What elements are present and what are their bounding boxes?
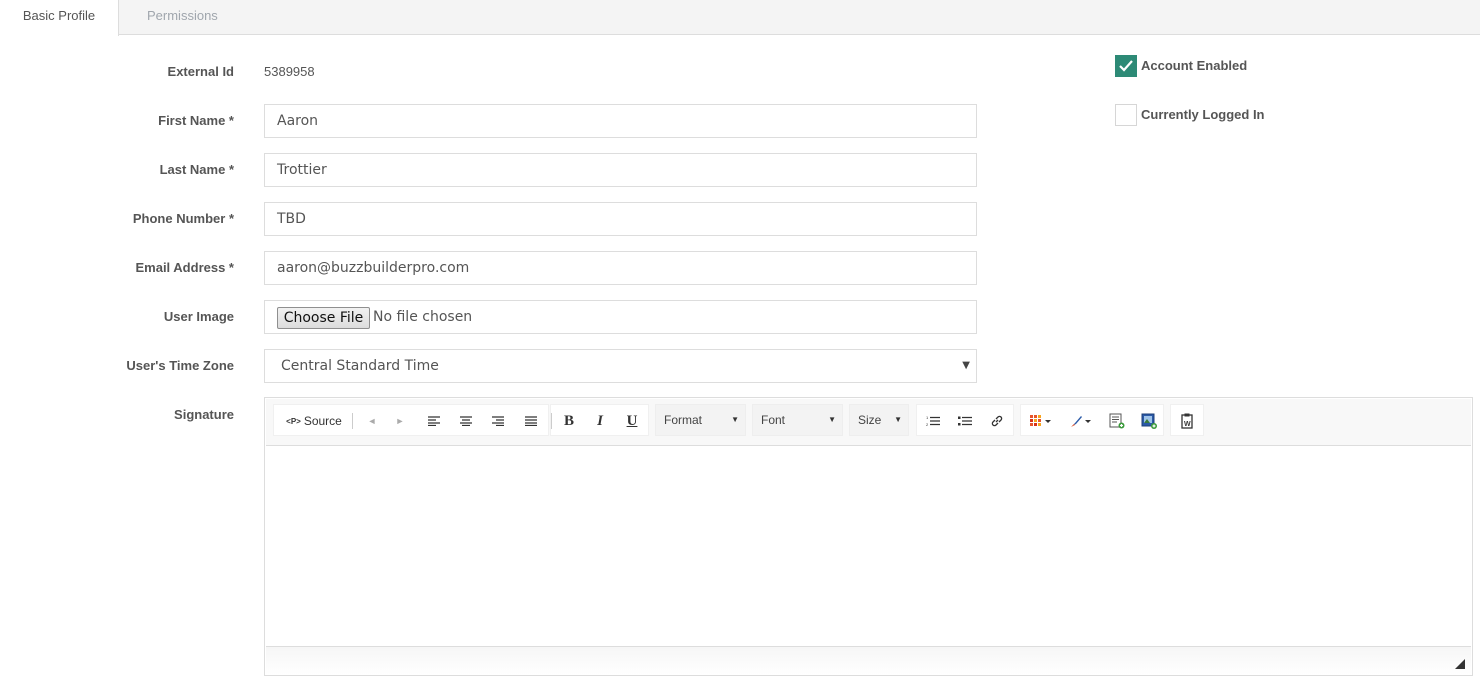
toolbar-group-insert (1020, 404, 1164, 436)
resize-handle-icon[interactable] (1455, 659, 1465, 669)
insert-template-icon[interactable] (1105, 405, 1129, 437)
account-enabled-checkbox[interactable] (1115, 55, 1137, 77)
user-image-label: User Image (163, 309, 234, 324)
first-name-label: First Name * (158, 113, 234, 128)
svg-text:W: W (1184, 421, 1191, 428)
chevron-down-icon: ▼ (962, 360, 970, 371)
size-dropdown[interactable]: Size ▼ (849, 404, 909, 436)
currently-logged-in-label: Currently Logged In (1141, 107, 1265, 122)
size-label: Size (858, 413, 882, 427)
toolbar-group-lists: 12 (916, 404, 1014, 436)
align-right-icon[interactable] (486, 405, 510, 437)
time-zone-label: User's Time Zone (126, 358, 234, 373)
brush-icon[interactable] (1065, 405, 1097, 437)
chevron-down-icon: ▼ (828, 415, 836, 424)
email-address-label: Email Address * (135, 260, 234, 275)
currently-logged-in-checkbox[interactable] (1115, 104, 1137, 126)
phone-number-input[interactable]: TBD (264, 202, 977, 236)
align-justify-icon[interactable] (519, 405, 543, 437)
redo-icon[interactable]: ► (388, 405, 412, 437)
chevron-down-icon: ▼ (894, 415, 902, 424)
external-id-label: External Id (167, 64, 234, 79)
editor-statusbar (266, 646, 1471, 675)
bulleted-list-icon[interactable] (953, 405, 977, 437)
toolbar-group-basic-styles: B I U (550, 404, 649, 436)
time-zone-select[interactable]: Central Standard Time ▼ (264, 349, 977, 383)
phone-number-label: Phone Number * (132, 211, 234, 226)
toolbar-group-clipboard: W (1170, 404, 1204, 436)
no-file-text: No file chosen (373, 309, 473, 325)
paste-from-word-icon[interactable]: W (1175, 405, 1199, 437)
first-name-input[interactable]: Aaron (264, 104, 977, 138)
font-label: Font (761, 413, 786, 427)
chevron-down-icon: ▼ (731, 415, 739, 424)
font-dropdown[interactable]: Font ▼ (752, 404, 843, 436)
tab-basic-profile[interactable]: Basic Profile (0, 0, 119, 36)
last-name-input[interactable]: Trottier (264, 153, 977, 187)
numbered-list-icon[interactable]: 12 (921, 405, 945, 437)
external-id-value: 5389958 (264, 64, 315, 79)
link-icon[interactable] (985, 405, 1009, 437)
account-enabled-label: Account Enabled (1141, 58, 1248, 73)
signature-label: Signature (174, 407, 234, 422)
toolbar-separator (551, 413, 552, 429)
svg-text:2: 2 (926, 422, 929, 427)
svg-text:1: 1 (926, 415, 929, 420)
user-image-file-input: Choose File No file chosen (264, 300, 977, 334)
format-dropdown[interactable]: Format ▼ (655, 404, 746, 436)
checkmark-icon (1119, 60, 1133, 72)
source-label: Source (303, 414, 342, 428)
align-center-icon[interactable] (454, 405, 478, 437)
align-left-icon[interactable] (422, 405, 446, 437)
format-label: Format (664, 413, 703, 427)
signature-editor-content[interactable] (266, 447, 1471, 645)
underline-button[interactable]: U (620, 405, 644, 437)
tab-bar: Basic Profile Permissions (0, 0, 1480, 36)
italic-button[interactable]: I (588, 405, 612, 437)
insert-image-icon[interactable] (1137, 405, 1161, 437)
signature-editor: <P> Source ◄ ► B I U Format ▼ Font ▼ Siz… (264, 397, 1473, 676)
text-color-icon[interactable] (1025, 405, 1057, 437)
toolbar-separator (352, 413, 353, 429)
source-button[interactable]: <P> Source (278, 405, 350, 437)
choose-file-button[interactable]: Choose File (277, 307, 370, 329)
toolbar-group-document: <P> Source ◄ ► (273, 404, 549, 436)
editor-toolbar: <P> Source ◄ ► B I U Format ▼ Font ▼ Siz… (266, 399, 1471, 446)
last-name-label: Last Name * (159, 162, 234, 177)
tab-permissions[interactable]: Permissions (127, 0, 238, 35)
bold-button[interactable]: B (557, 405, 581, 437)
undo-icon[interactable]: ◄ (360, 405, 384, 437)
email-address-input[interactable]: aaron@buzzbuilderpro.com (264, 251, 977, 285)
time-zone-value: Central Standard Time (281, 358, 439, 374)
source-icon: <P> (286, 416, 301, 426)
